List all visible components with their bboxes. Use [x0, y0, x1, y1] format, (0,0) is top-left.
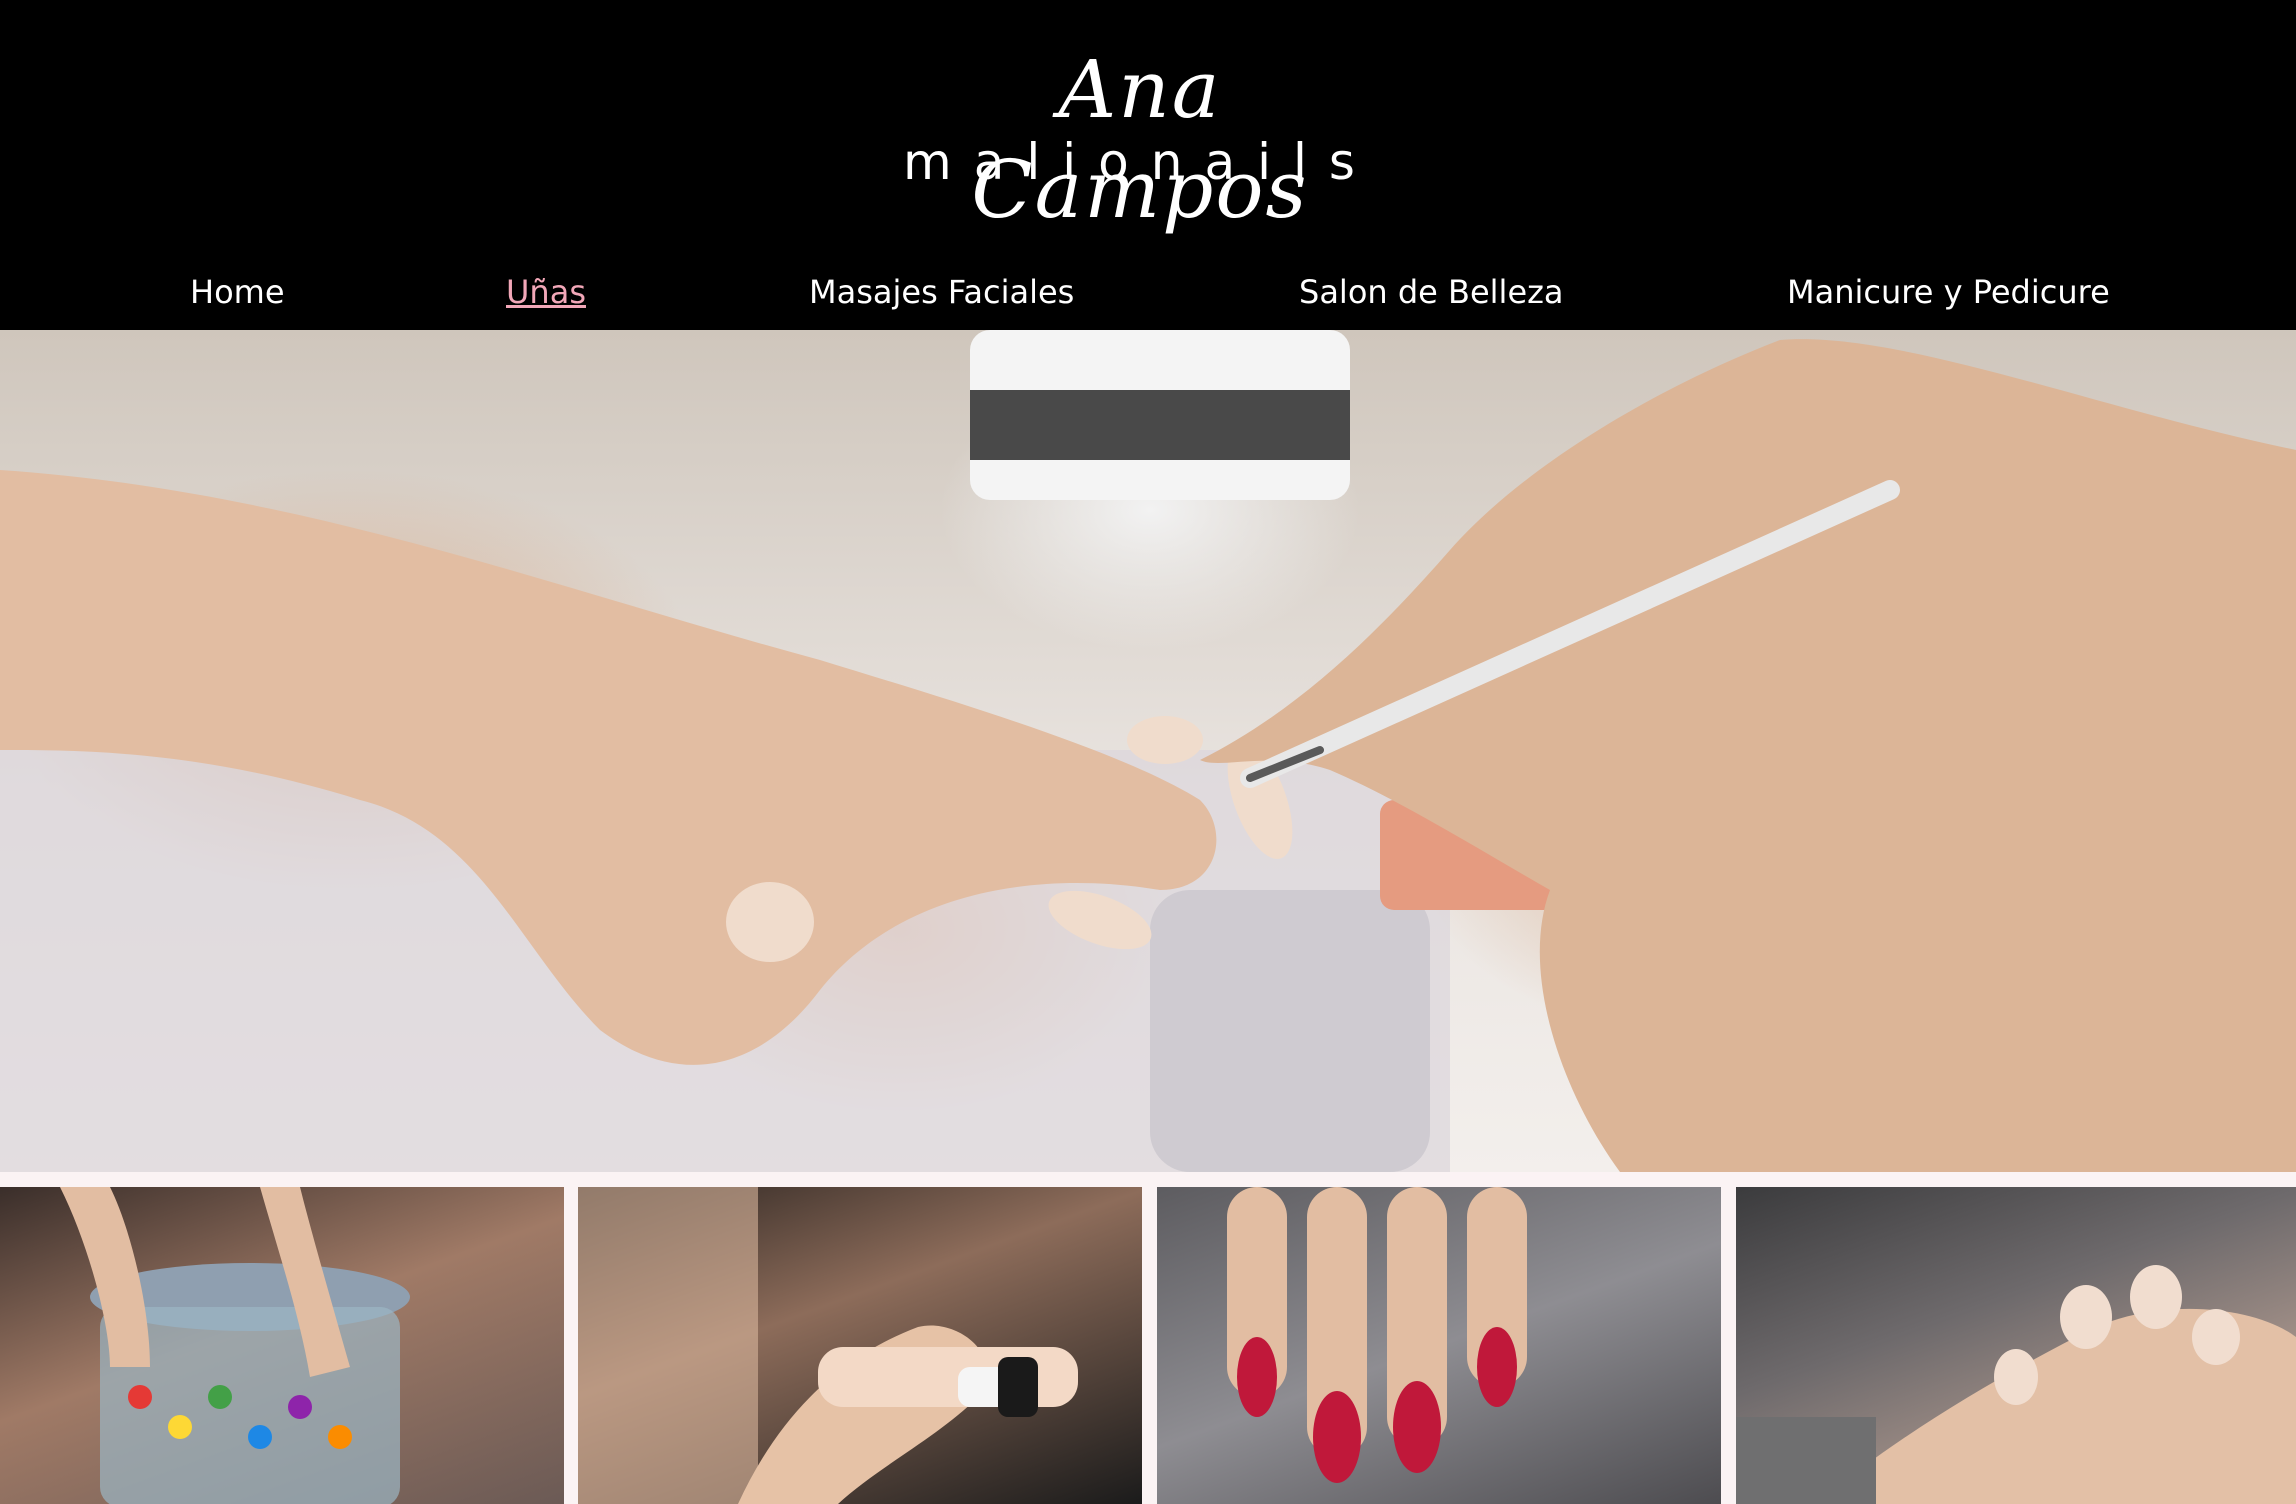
bead-jar-illustration	[60, 1187, 410, 1504]
logo-brand-text: malionails	[903, 133, 1377, 191]
nude-nails-illustration	[1736, 1265, 2296, 1504]
gallery-thumb-1[interactable]	[0, 1187, 564, 1504]
hero-illustration	[0, 330, 2296, 1172]
nav-item-home[interactable]: Home	[190, 262, 285, 322]
gallery-thumb-4[interactable]	[1736, 1187, 2296, 1504]
painting-nails-illustration	[578, 1187, 1078, 1504]
nav-item-masajes-faciales[interactable]: Masajes Faciales	[809, 262, 1074, 322]
nav-item-manicure-y-pedicure[interactable]: Manicure y Pedicure	[1787, 262, 2110, 322]
nav-item-unas[interactable]: Uñas	[506, 262, 586, 322]
hero-image	[0, 330, 2296, 1172]
gallery-thumb-3[interactable]	[1157, 1187, 1721, 1504]
site-header: Ana Campos malionails Home Uñas Masajes …	[0, 0, 2296, 330]
main-nav: Home Uñas Masajes Faciales Salon de Bell…	[0, 262, 2296, 322]
nav-item-salon-de-belleza[interactable]: Salon de Belleza	[1299, 262, 1564, 322]
red-love-nails-illustration	[1227, 1187, 1527, 1483]
gallery-strip	[0, 1187, 2296, 1504]
site-logo[interactable]: Ana Campos malionails	[900, 40, 1380, 236]
gallery-thumb-2[interactable]	[578, 1187, 1142, 1504]
